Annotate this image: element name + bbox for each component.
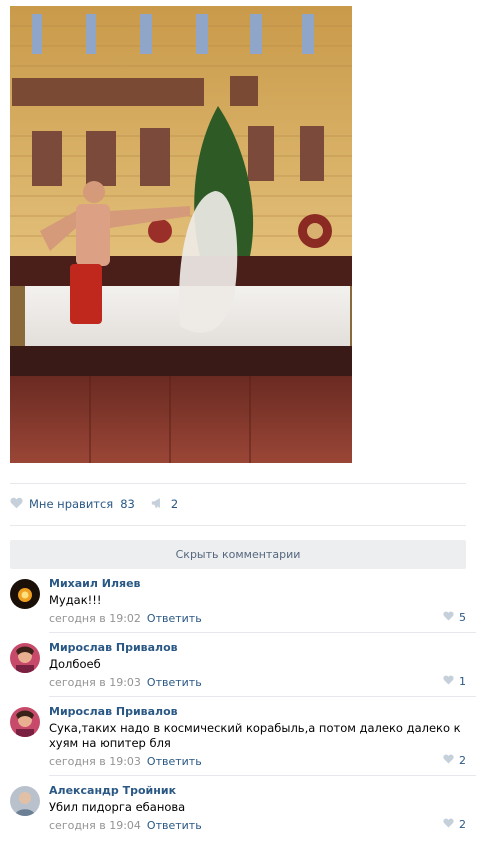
comment-author[interactable]: Михаил Иляев (49, 577, 466, 591)
avatar[interactable] (10, 579, 40, 609)
comment-like-button[interactable]: 2 (443, 754, 466, 767)
divider (49, 632, 476, 633)
like-count: 83 (120, 497, 135, 511)
comment-item: Михаил Иляев Мудак!!! сегодня в 19:02 Отв… (10, 577, 476, 633)
comment-meta: сегодня в 19:03 Ответить (49, 676, 466, 690)
heart-icon (443, 818, 454, 831)
reply-link[interactable]: Ответить (147, 612, 202, 625)
divider (49, 696, 476, 697)
heart-icon (443, 754, 454, 767)
reply-link[interactable]: Ответить (147, 676, 202, 689)
post-actions: Мне нравится 83 2 (10, 494, 194, 514)
divider (10, 525, 466, 526)
comment-like-count: 2 (459, 754, 466, 767)
heart-icon (443, 675, 454, 688)
like-button[interactable]: Мне нравится 83 (10, 497, 135, 512)
heart-icon (10, 497, 23, 512)
heart-icon (443, 611, 454, 624)
comment-text: Сука,таких надо в космический корабыль,а… (49, 721, 461, 750)
divider (10, 483, 466, 484)
comment-meta: сегодня в 19:03 Ответить (49, 755, 466, 769)
comment-item: Мирослав Привалов Долбоеб сегодня в 19:0… (10, 641, 476, 697)
megaphone-icon (151, 497, 164, 512)
post-photo[interactable] (10, 6, 352, 463)
comment-like-count: 1 (459, 675, 466, 688)
comment-author[interactable]: Александр Тройник (49, 784, 466, 798)
post-photo-image (10, 6, 352, 463)
comment-author[interactable]: Мирослав Привалов (49, 705, 466, 719)
avatar[interactable] (10, 643, 40, 673)
repost-button[interactable]: 2 (151, 497, 178, 512)
comment-time[interactable]: сегодня в 19:04 (49, 819, 141, 832)
comment-like-count: 5 (459, 611, 466, 624)
reply-link[interactable]: Ответить (147, 819, 202, 832)
divider (49, 775, 476, 776)
avatar[interactable] (10, 786, 40, 816)
comment-like-button[interactable]: 5 (443, 611, 466, 624)
like-label: Мне нравится (29, 497, 114, 511)
comment-like-button[interactable]: 1 (443, 675, 466, 688)
comment-text: Долбоеб (49, 657, 101, 671)
comment-meta: сегодня в 19:02 Ответить (49, 612, 466, 626)
comment-item: Александр Тройник Убил пидорга ебанова с… (10, 784, 466, 840)
hide-comments-button[interactable]: Скрыть комментарии (10, 540, 466, 569)
comment-like-count: 2 (459, 818, 466, 831)
repost-count: 2 (170, 497, 179, 511)
comment-item: Мирослав Привалов Сука,таких надо в косм… (10, 705, 476, 776)
comment-text: Убил пидорга ебанова (49, 800, 186, 814)
comment-meta: сегодня в 19:04 Ответить (49, 819, 466, 833)
comment-text: Мудак!!! (49, 593, 102, 607)
comment-author[interactable]: Мирослав Привалов (49, 641, 466, 655)
comment-like-button[interactable]: 2 (443, 818, 466, 831)
comment-time[interactable]: сегодня в 19:03 (49, 676, 141, 689)
comment-time[interactable]: сегодня в 19:02 (49, 612, 141, 625)
avatar[interactable] (10, 707, 40, 737)
comment-time[interactable]: сегодня в 19:03 (49, 755, 141, 768)
reply-link[interactable]: Ответить (147, 755, 202, 768)
